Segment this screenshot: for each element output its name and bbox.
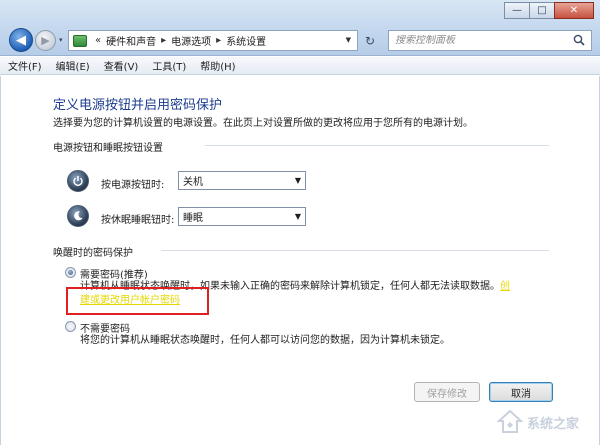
power-button-select[interactable]: 关机 ▼ [178,171,306,190]
no-password-label[interactable]: 不需要密码 [80,320,130,335]
search-input[interactable] [395,35,565,46]
change-password-link-start[interactable]: 创 [500,281,510,292]
title-bar: — □ ✕ ◀ ▶ ▾ « 硬件和声音 ▸ 电源选项 ▸ 系统设置 ▼ ↻ [0,0,600,56]
forward-arrow-icon: ▶ [41,34,50,47]
power-section-heading: 电源按钮和睡眠按钮设置 [53,143,163,154]
no-password-radio[interactable] [65,321,76,332]
breadcrumb-separator-icon[interactable]: ▸ [216,35,221,46]
power-symbol-icon [73,176,83,187]
menu-help[interactable]: 帮助(H) [200,58,235,73]
require-password-radio[interactable] [65,267,76,278]
breadcrumb-system-settings[interactable]: 系统设置 [226,33,266,48]
menu-file[interactable]: 文件(F) [8,58,42,73]
require-password-label[interactable]: 需要密码(推荐) [80,266,148,281]
menu-tools[interactable]: 工具(T) [152,58,186,73]
moon-icon [74,211,83,221]
chevron-down-icon: ▼ [294,212,301,221]
window-controls: — □ ✕ [504,2,594,19]
back-arrow-icon: ◀ [16,32,26,48]
breadcrumb-separator-icon[interactable]: ▸ [161,35,166,46]
sleep-button-label: 按休眠睡眠钮时: [101,215,175,226]
menu-bar: 文件(F) 编辑(E) 查看(V) 工具(T) 帮助(H) [0,57,600,75]
sleep-button-value: 睡眠 [183,213,203,224]
watermark: 系统之家 [497,403,593,441]
power-button-label: 按电源按钮时: [101,180,165,191]
minimize-button[interactable]: — [504,2,530,19]
menu-edit[interactable]: 编辑(E) [56,58,90,73]
save-changes-button[interactable]: 保存修改 [414,382,480,402]
address-bar[interactable]: « 硬件和声音 ▸ 电源选项 ▸ 系统设置 ▼ [68,30,358,51]
refresh-icon: ↻ [364,34,376,48]
close-button[interactable]: ✕ [554,2,594,19]
section-divider [205,145,549,146]
cancel-button[interactable]: 取消 [489,382,553,402]
sleep-button-icon [67,205,89,227]
watermark-text: 系统之家 [527,416,580,432]
watermark-logo-icon [497,409,523,433]
menu-view[interactable]: 查看(V) [104,58,139,73]
page-description: 选择要为您的计算机设置的电源设置。在此页上对设置所做的更改将应用于您所有的电源计… [53,118,473,129]
back-button[interactable]: ◀ [9,28,33,52]
breadcrumb-hardware-sound[interactable]: 硬件和声音 [106,33,156,48]
content-pane: 定义电源按钮并启用密码保护 选择要为您的计算机设置的电源设置。在此页上对设置所做… [0,76,600,445]
section-divider [161,250,549,251]
no-password-description: 将您的计算机从睡眠状态唤醒时，任何人都可以访问您的数据，因为计算机未锁定。 [80,335,450,346]
control-panel-icon [73,34,87,47]
breadcrumb-overflow[interactable]: « [95,35,101,46]
address-dropdown-icon[interactable]: ▼ [346,36,351,44]
maximize-button[interactable]: □ [529,2,555,19]
forward-button[interactable]: ▶ [35,30,56,51]
recent-pages-button[interactable]: ▾ [59,36,63,44]
power-button-icon [67,170,89,192]
power-button-value: 关机 [183,177,203,188]
refresh-button[interactable]: ↻ [362,33,378,49]
search-icon[interactable] [573,34,585,46]
password-section-heading: 唤醒时的密码保护 [53,248,133,259]
search-box[interactable] [388,30,592,51]
chevron-down-icon: ▼ [294,176,301,185]
highlight-annotation [66,287,209,315]
page-title: 定义电源按钮并启用密码保护 [53,98,223,113]
breadcrumb-power-options[interactable]: 电源选项 [171,33,211,48]
sleep-button-select[interactable]: 睡眠 ▼ [178,207,306,226]
